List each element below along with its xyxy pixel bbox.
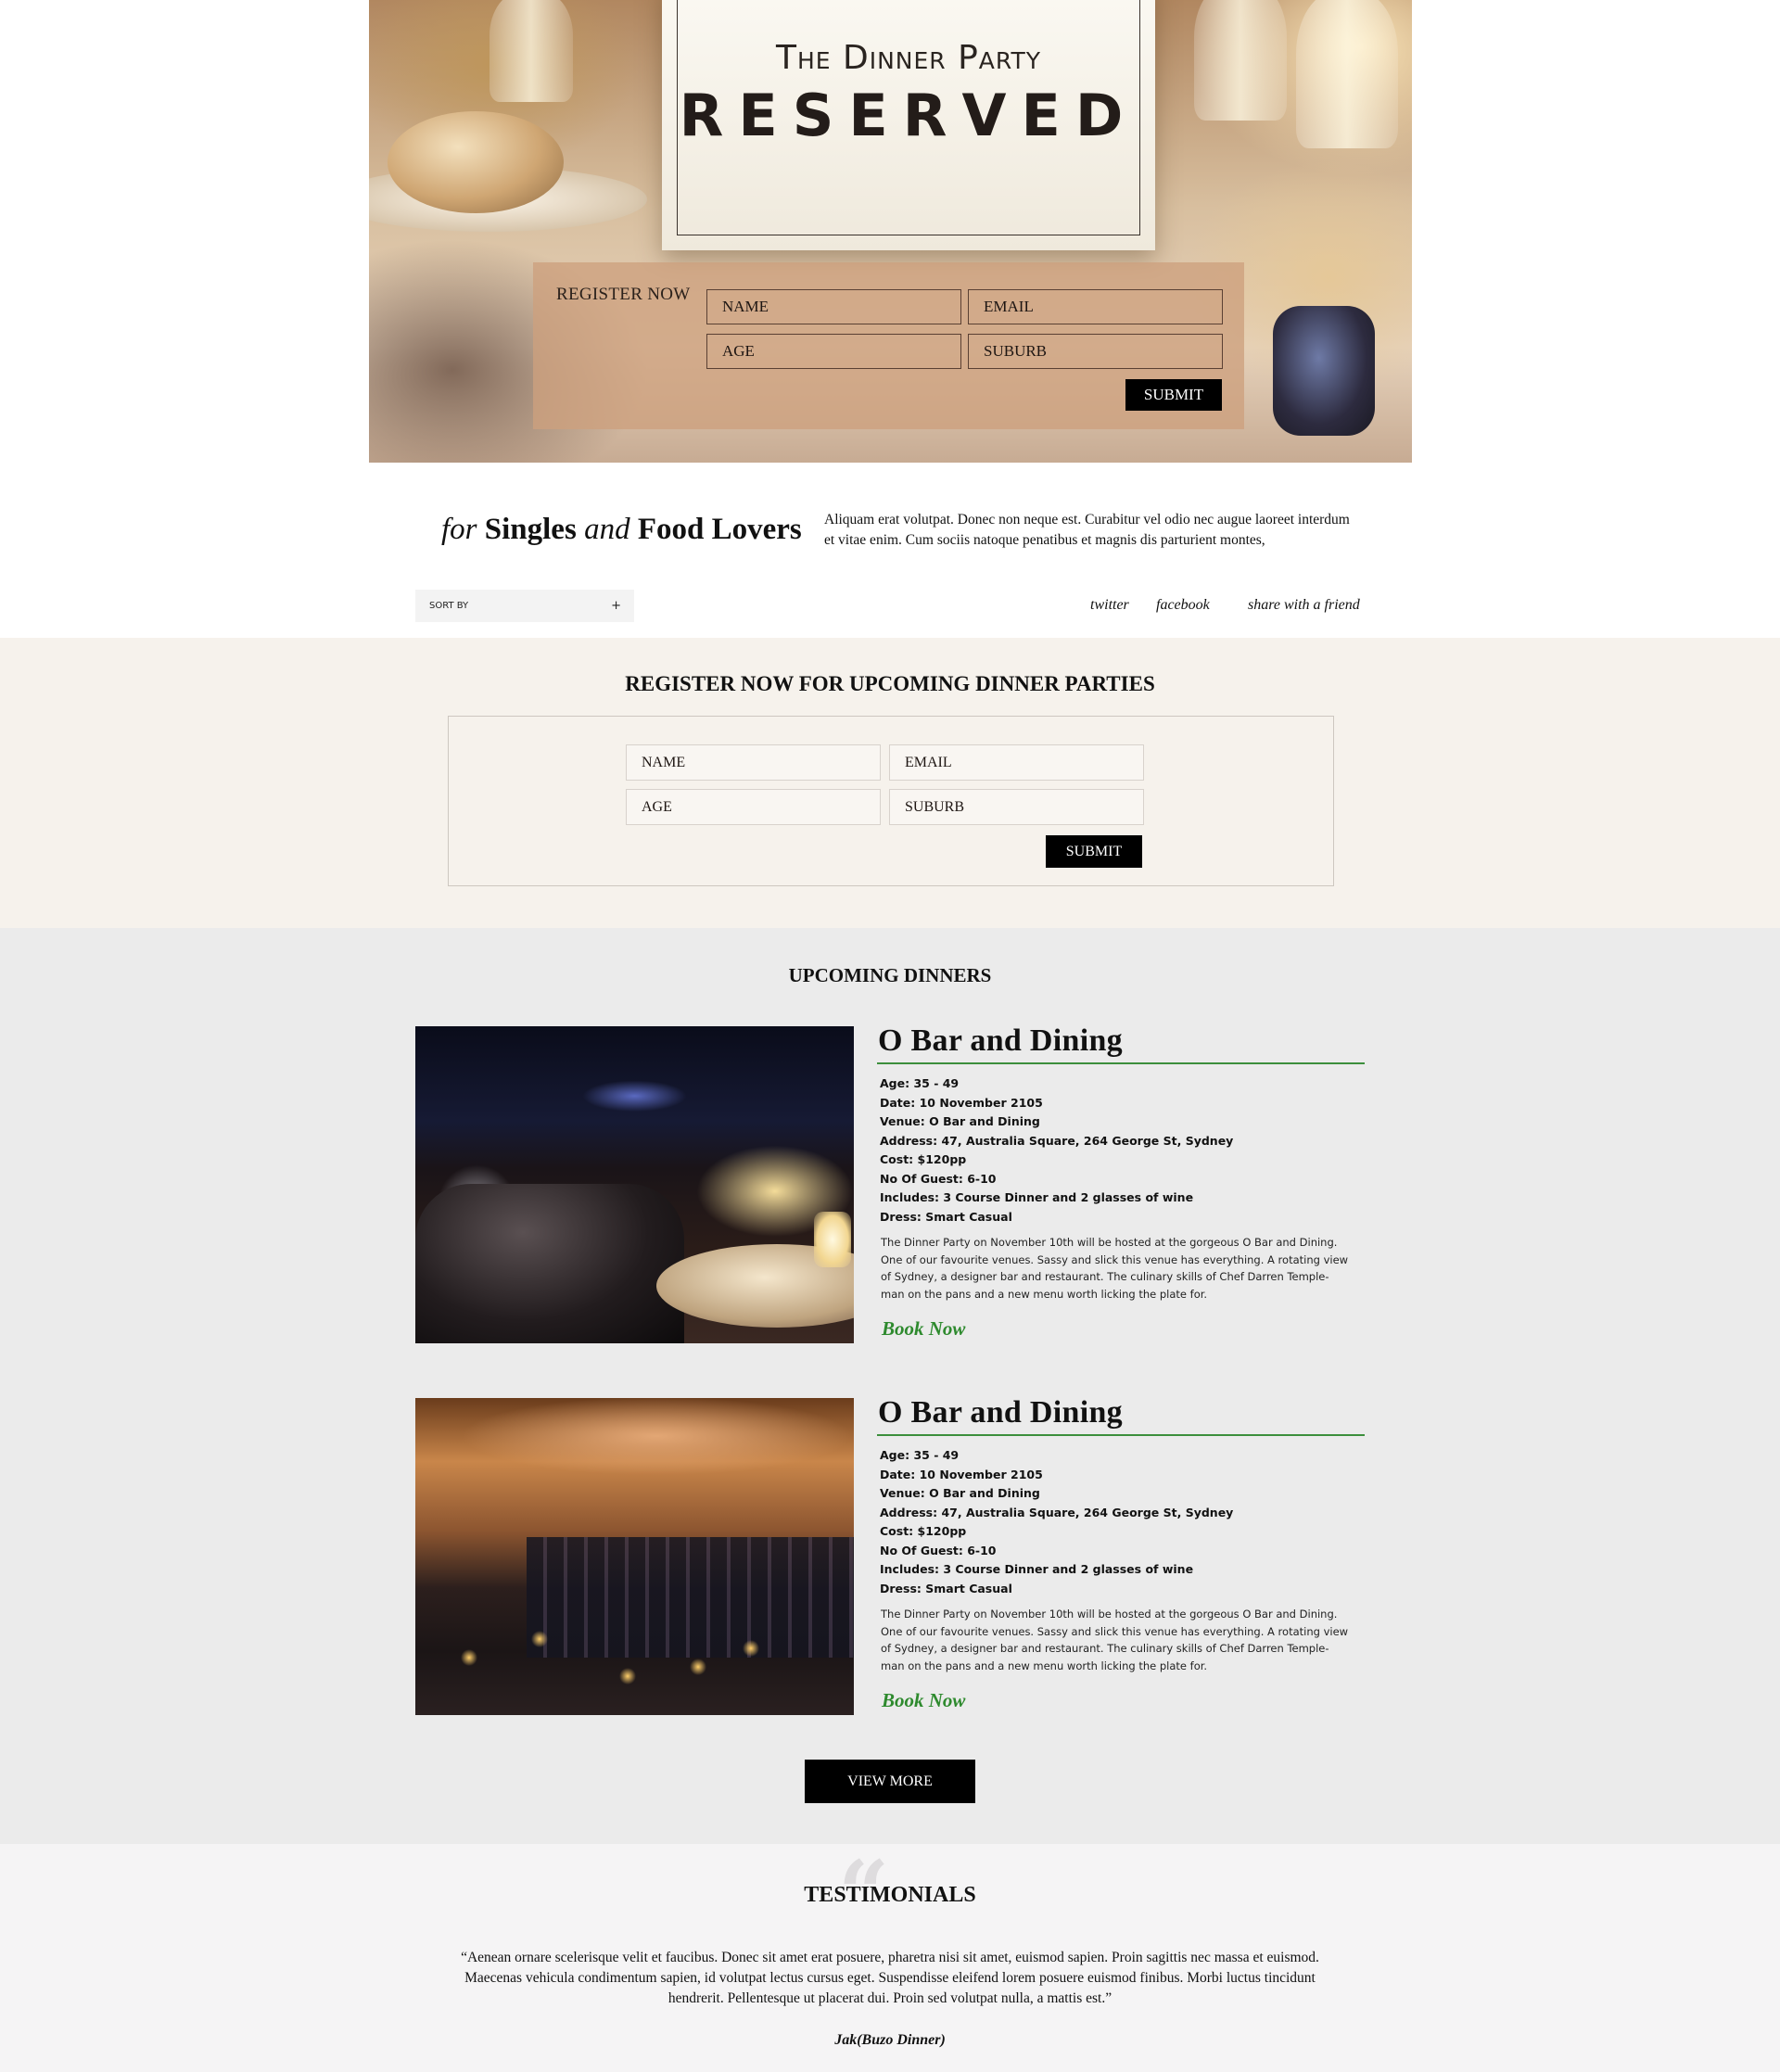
dinner-detail-dress: Dress: Smart Casual: [880, 1581, 1012, 1595]
testimonial-author: Jak(Buzo Dinner): [834, 2032, 946, 2048]
hero-register-label: REGISTER NOW: [556, 285, 691, 304]
venue-photo-sofa: [415, 1184, 684, 1343]
dinner-detail-cost: Cost: $120pp: [880, 1524, 967, 1538]
venue-photo: [415, 1398, 854, 1715]
dinner-detail-cost: Cost: $120pp: [880, 1152, 967, 1166]
dinner-description: The Dinner Party on November 10th will b…: [881, 1608, 1349, 1672]
register-title: REGISTER NOW FOR UPCOMING DINNER PARTIES: [625, 672, 1155, 695]
dinner-detail-guests: No Of Guest: 6-10: [880, 1171, 997, 1186]
sort-by-label: SORT BY: [429, 601, 469, 611]
tagline-singles: Singles: [484, 513, 577, 546]
brand-logo: The Dinner Party: [775, 39, 1042, 77]
dinner-detail-venue: Venue: O Bar and Dining: [880, 1486, 1040, 1500]
dinner-detail-guests: No Of Guest: 6-10: [880, 1543, 997, 1557]
book-now-link[interactable]: Book Now: [882, 1689, 965, 1712]
dinner-details: Age: 35 - 49 Date: 10 November 2105 Venu…: [880, 1074, 1233, 1227]
tagline-food-lovers: Food Lovers: [637, 513, 802, 546]
facebook-link[interactable]: facebook: [1156, 597, 1210, 614]
dinner-details: Age: 35 - 49 Date: 10 November 2105 Venu…: [880, 1446, 1233, 1598]
testimonials-title: TESTIMONIALS: [804, 1883, 976, 1907]
register-submit-button[interactable]: SUBMIT: [1046, 835, 1142, 868]
venue-photo-candles: [434, 1611, 786, 1704]
dinner-detail-age: Age: 35 - 49: [880, 1448, 960, 1462]
upcoming-dinners-section: UPCOMING DINNERS O Bar and Dining Age: 3…: [0, 928, 1780, 1844]
tagline-and: and: [584, 513, 630, 546]
reserved-title: RESERVED: [679, 82, 1138, 149]
testimonial-quote: “Aenean ornare scelerisque velit et fauc…: [461, 1950, 1319, 2006]
hero-register-form: REGISTER NOW NAME EMAIL AGE SUBURB SUBMI…: [533, 262, 1244, 429]
venue-photo-lamp: [814, 1212, 851, 1267]
sort-by-dropdown[interactable]: SORT BY +: [415, 590, 634, 622]
hero-name-field[interactable]: NAME: [706, 289, 961, 324]
register-suburb-field[interactable]: SUBURB: [889, 789, 1144, 825]
testimonials-section: “ TESTIMONIALS “Aenean ornare scelerisqu…: [0, 1844, 1780, 2072]
register-section: REGISTER NOW FOR UPCOMING DINNER PARTIES…: [0, 638, 1780, 928]
hero-email-field[interactable]: EMAIL: [968, 289, 1223, 324]
dinner-detail-date: Date: 10 November 2105: [880, 1095, 1043, 1110]
upcoming-title: UPCOMING DINNERS: [788, 964, 992, 986]
dinner-detail-address: Address: 47, Australia Square, 264 Georg…: [880, 1505, 1234, 1519]
tagline-for: for: [441, 513, 477, 546]
hero-glass-image: [490, 0, 573, 102]
hero-glass-image: [1194, 0, 1287, 121]
hero-banner: The Dinner Party RESERVED REGISTER NOW N…: [369, 0, 1412, 463]
dinner-divider: [877, 1434, 1365, 1436]
venue-photo: [415, 1026, 854, 1343]
plus-icon: +: [611, 599, 621, 613]
dinner-description: The Dinner Party on November 10th will b…: [881, 1236, 1349, 1301]
dinner-detail-age: Age: 35 - 49: [880, 1076, 960, 1090]
dinner-card: O Bar and Dining Age: 35 - 49 Date: 10 N…: [415, 1395, 1365, 1715]
register-age-field[interactable]: AGE: [626, 789, 881, 825]
dinner-title: O Bar and Dining: [878, 1023, 1123, 1058]
dinner-detail-date: Date: 10 November 2105: [880, 1467, 1043, 1481]
dinner-detail-includes: Includes: 3 Course Dinner and 2 glasses …: [880, 1190, 1194, 1204]
tagline: for Singles and Food Lovers: [441, 513, 802, 547]
hero-submit-button[interactable]: SUBMIT: [1125, 379, 1222, 411]
register-email-field[interactable]: EMAIL: [889, 744, 1144, 781]
book-now-link[interactable]: Book Now: [882, 1317, 965, 1341]
hero-bottle-image: [1273, 306, 1375, 436]
view-more-button[interactable]: VIEW MORE: [805, 1760, 975, 1803]
intro-text: Aliquam erat volutpat. Donec non neque e…: [824, 512, 1350, 548]
dinner-detail-venue: Venue: O Bar and Dining: [880, 1114, 1040, 1128]
share-with-friend-link[interactable]: share with a friend: [1248, 597, 1360, 614]
dinner-card: O Bar and Dining Age: 35 - 49 Date: 10 N…: [415, 1023, 1365, 1343]
twitter-link[interactable]: twitter: [1090, 597, 1129, 614]
dinner-title: O Bar and Dining: [878, 1395, 1123, 1430]
hero-glass-image: [1296, 0, 1398, 148]
hero-age-field[interactable]: AGE: [706, 334, 961, 369]
dinner-detail-address: Address: 47, Australia Square, 264 Georg…: [880, 1133, 1234, 1148]
hero-suburb-field[interactable]: SUBURB: [968, 334, 1223, 369]
register-name-field[interactable]: NAME: [626, 744, 881, 781]
dinner-detail-dress: Dress: Smart Casual: [880, 1209, 1012, 1224]
dinner-divider: [877, 1062, 1365, 1064]
register-form: NAME EMAIL AGE SUBURB SUBMIT: [448, 716, 1334, 886]
hero-bread-image: [388, 111, 564, 213]
dinner-detail-includes: Includes: 3 Course Dinner and 2 glasses …: [880, 1562, 1194, 1576]
reserved-card: The Dinner Party RESERVED: [662, 0, 1155, 250]
